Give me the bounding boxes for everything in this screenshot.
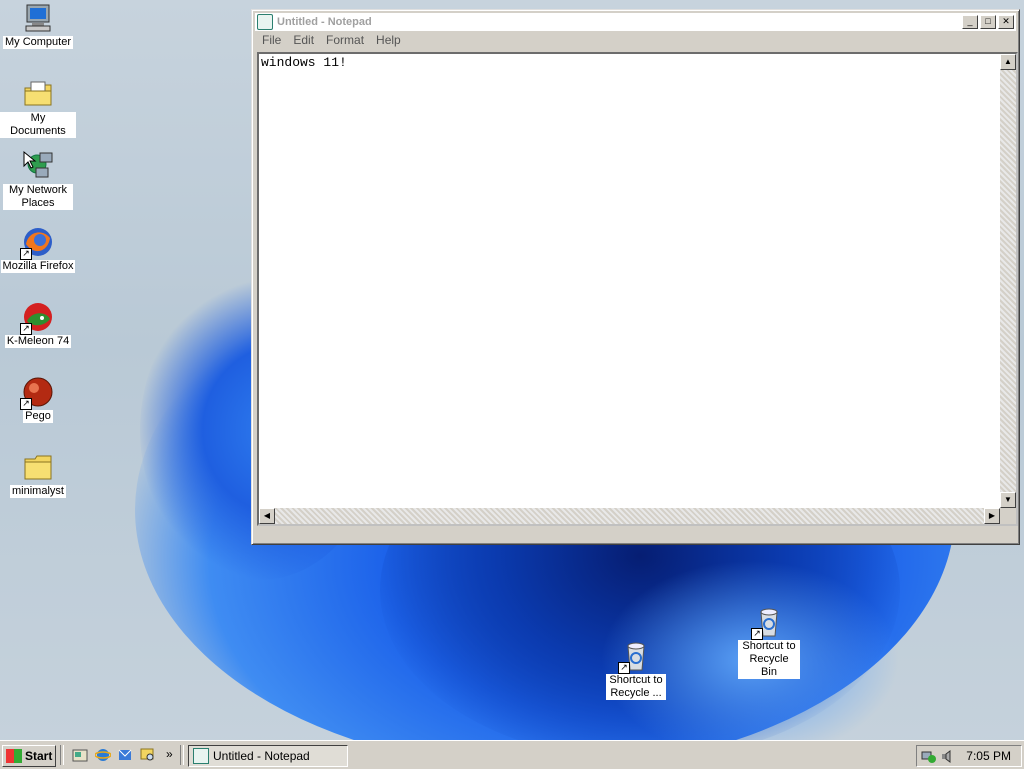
vertical-scrollbar[interactable]: ▲ ▼ [1000,54,1016,508]
close-button[interactable]: ✕ [998,15,1014,29]
menu-format[interactable]: Format [320,33,370,47]
notepad-titlebar[interactable]: Untitled - Notepad _ □ ✕ [255,13,1016,31]
recycle-bin-icon: ↗ [751,606,785,640]
window-title: Untitled - Notepad [277,16,372,28]
computer-icon [22,2,54,34]
desktop-icon-label: My Computer [2,36,74,49]
desktop-icon-recycle-shortcut-1[interactable]: ↗ Shortcut to Recycle ... [598,640,674,700]
notepad-app-icon[interactable] [257,14,273,30]
desktop-icon-k-meleon[interactable]: ↗ K-Meleon 74 [0,301,76,348]
firefox-icon: ↗ [20,226,54,260]
desktop-icon-label: minimalyst [10,485,66,498]
desktop-icon-label: Pego [23,410,53,423]
outlook-express-icon[interactable] [117,747,133,763]
start-button[interactable]: Start [2,745,56,767]
shortcut-arrow-icon: ↗ [618,662,630,674]
scroll-down-button[interactable]: ▼ [1000,492,1016,508]
scroll-right-button[interactable]: ▶ [984,508,1000,524]
shortcut-arrow-icon: ↗ [20,323,32,335]
folder-icon [22,451,54,483]
desktop-icon-label: Mozilla Firefox [0,260,76,273]
scroll-up-button[interactable]: ▲ [1000,54,1016,70]
desktop-icon-label: Shortcut to Recycle ... [606,674,666,700]
desktop-icon-label: K-Meleon 74 [4,335,72,348]
taskbar-separator [180,745,184,765]
windows-logo-icon [6,749,22,763]
desktop-icon-pego[interactable]: ↗ Pego [0,376,76,423]
menu-help[interactable]: Help [370,33,407,47]
network-status-icon[interactable] [921,748,937,764]
desktop-icon-minimalyst[interactable]: minimalyst [0,451,76,498]
desktop-icon-my-computer[interactable]: My Computer [0,2,76,49]
desktop-icon-recycle-shortcut-2[interactable]: ↗ Shortcut to Recycle Bin [731,606,807,679]
desktop-icon-mozilla-firefox[interactable]: ↗ Mozilla Firefox [0,226,76,273]
maximize-button[interactable]: □ [980,15,996,29]
scroll-left-button[interactable]: ◀ [259,508,275,524]
desktop-icon-my-network-places[interactable]: My Network Places [0,150,76,210]
taskbar: Start » Untitled - Notepad 7:05 PM [0,740,1024,769]
menu-file[interactable]: File [256,33,287,47]
editor-content[interactable]: windows 11! [261,55,347,70]
volume-icon[interactable] [939,748,955,764]
internet-explorer-icon[interactable] [94,747,112,763]
desktop-icon-label: Shortcut to Recycle Bin [738,640,800,679]
notepad-icon [193,748,209,764]
taskbar-separator [60,745,64,765]
k-meleon-icon: ↗ [20,301,54,335]
minimize-button[interactable]: _ [962,15,978,29]
desktop-icon-my-documents[interactable]: My Documents [0,78,76,138]
menu-bar: File Edit Format Help [256,33,407,47]
menu-edit[interactable]: Edit [287,33,320,47]
desktop-icon-label: My Documents [0,112,76,138]
notepad-window[interactable]: Untitled - Notepad _ □ ✕ File Edit Forma… [251,9,1020,545]
taskbar-clock[interactable]: 7:05 PM [966,749,1011,763]
start-label: Start [25,749,53,763]
documents-folder-icon [22,78,54,110]
system-tray: 7:05 PM [916,745,1022,767]
taskbar-button-label: Untitled - Notepad [213,749,310,763]
pego-icon: ↗ [20,376,54,410]
search-icon[interactable] [140,747,156,763]
shortcut-arrow-icon: ↗ [20,398,32,410]
shortcut-arrow-icon: ↗ [751,628,763,640]
show-desktop-icon[interactable] [72,747,88,763]
resize-grip-icon[interactable] [1000,508,1016,524]
horizontal-scrollbar[interactable]: ◀ ▶ [259,508,1000,524]
text-editor[interactable]: windows 11! ▲ ▼ ◀ ▶ [257,52,1018,526]
desktop-icon-label: My Network Places [3,184,73,210]
recycle-bin-icon: ↗ [618,640,652,674]
taskbar-button-notepad[interactable]: Untitled - Notepad [188,745,348,767]
network-places-icon [22,150,54,182]
shortcut-arrow-icon: ↗ [20,248,32,260]
